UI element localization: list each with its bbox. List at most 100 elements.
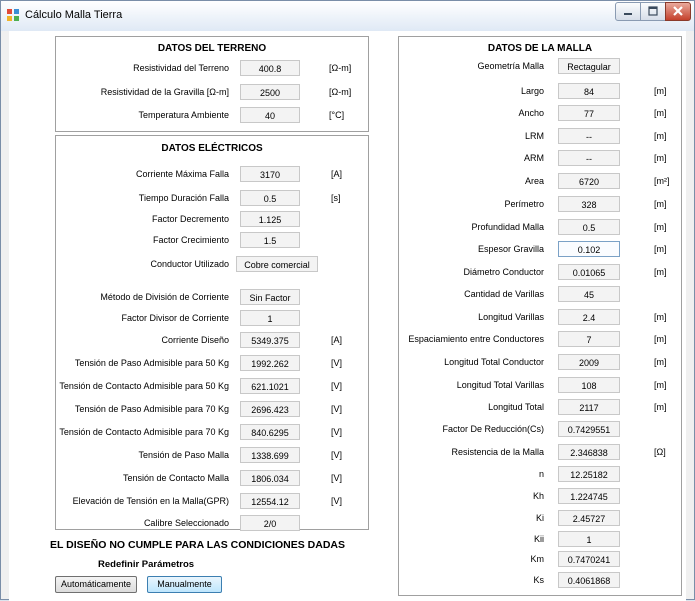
electricos-value-field[interactable]: 1.125 bbox=[240, 211, 300, 227]
electricos-label: Calibre Seleccionado bbox=[143, 518, 229, 528]
malla-unit: [m] bbox=[654, 131, 667, 141]
close-icon bbox=[673, 6, 683, 16]
app-icon bbox=[7, 9, 19, 21]
electricos-value-field[interactable]: 1338.699 bbox=[240, 447, 300, 463]
electricos-value-field[interactable]: 1806.034 bbox=[240, 470, 300, 486]
electricos-label: Factor Crecimiento bbox=[152, 235, 229, 245]
window-title: Cálculo Malla Tierra bbox=[25, 9, 123, 21]
electricos-value-field[interactable]: 1.5 bbox=[240, 232, 300, 248]
malla-value-field[interactable]: 0.01065 bbox=[558, 264, 620, 280]
malla-label: Longitud Total Varillas bbox=[456, 380, 544, 390]
electricos-value-field[interactable]: 5349.375 bbox=[240, 332, 300, 348]
electricos-label: Método de División de Corriente bbox=[100, 292, 229, 302]
malla-value-field[interactable]: 77 bbox=[558, 105, 620, 121]
redefine-label: Redefinir Parámetros bbox=[98, 559, 195, 570]
electricos-unit: [V] bbox=[331, 381, 343, 391]
electricos-value-field[interactable]: Cobre comercial bbox=[236, 256, 318, 272]
malla-value-field[interactable]: 84 bbox=[558, 83, 620, 99]
electricos-unit: [V] bbox=[331, 358, 343, 368]
malla-label: Espaciamiento entre Conductores bbox=[408, 334, 544, 344]
terreno-unit: [Ω-m] bbox=[329, 87, 352, 97]
malla-label: Ancho bbox=[518, 108, 544, 118]
malla-unit: [m] bbox=[654, 380, 667, 390]
malla-unit: [m] bbox=[654, 108, 667, 118]
electricos-value-field[interactable]: 2/0 bbox=[240, 515, 300, 531]
malla-label: ARM bbox=[524, 153, 544, 163]
malla-label: Espesor Gravilla bbox=[477, 244, 544, 254]
malla-label: Diámetro Conductor bbox=[463, 267, 544, 277]
electricos-value-field[interactable]: 1 bbox=[240, 310, 300, 326]
terreno-unit: [Ω-m] bbox=[329, 63, 352, 73]
electricos-value-field[interactable]: 12554.12 bbox=[240, 493, 300, 509]
auto-button[interactable]: Automáticamente bbox=[55, 576, 137, 593]
malla-value-field[interactable]: 0.7429551 bbox=[558, 421, 620, 437]
malla-label: Longitud Total bbox=[488, 402, 544, 412]
client-area: DATOS DEL TERRENO Resistividad del Terre… bbox=[9, 31, 686, 601]
electricos-label: Conductor Utilizado bbox=[150, 259, 229, 269]
minimize-icon bbox=[624, 13, 632, 15]
malla-unit: [m] bbox=[654, 153, 667, 163]
malla-value-field[interactable]: 0.7470241 bbox=[558, 551, 620, 567]
malla-value-field[interactable]: 328 bbox=[558, 196, 620, 212]
malla-title: DATOS DE LA MALLA bbox=[487, 43, 593, 54]
malla-unit: [Ω] bbox=[654, 447, 666, 457]
electricos-value-field[interactable]: Sin Factor bbox=[240, 289, 300, 305]
malla-value-field[interactable]: -- bbox=[558, 128, 620, 144]
malla-label: Cantidad de Varillas bbox=[464, 289, 544, 299]
electricos-value-field[interactable]: 1992.262 bbox=[240, 355, 300, 371]
malla-value-field[interactable]: 12.25182 bbox=[558, 466, 620, 482]
terreno-value-field[interactable]: 400.8 bbox=[240, 60, 300, 76]
electricos-value-field[interactable]: 840.6295 bbox=[240, 424, 300, 440]
malla-value-field[interactable]: 2.45727 bbox=[558, 510, 620, 526]
malla-label: Longitud Varillas bbox=[478, 312, 544, 322]
malla-label: Kii bbox=[533, 534, 544, 544]
malla-value-field[interactable]: Rectagular bbox=[558, 58, 620, 74]
malla-value-field[interactable]: 2009 bbox=[558, 354, 620, 370]
malla-value-field[interactable]: 0.5 bbox=[558, 219, 620, 235]
electricos-unit: [A] bbox=[331, 169, 343, 179]
malla-label: Profundidad Malla bbox=[471, 222, 544, 232]
electricos-value-field[interactable]: 621.1021 bbox=[240, 378, 300, 394]
maximize-button[interactable] bbox=[640, 2, 666, 21]
malla-value-field[interactable]: 7 bbox=[558, 331, 620, 347]
result-message: EL DISEÑO NO CUMPLE PARA LAS CONDICIONES… bbox=[50, 539, 345, 551]
electricos-label: Factor Decremento bbox=[151, 214, 229, 224]
terreno-value-field[interactable]: 40 bbox=[240, 107, 300, 123]
electricos-value-field[interactable]: 2696.423 bbox=[240, 401, 300, 417]
malla-unit: [m] bbox=[654, 357, 667, 367]
electricos-label: Tensión de Paso Admisible para 50 Kg bbox=[74, 358, 229, 368]
malla-label: Kh bbox=[532, 491, 544, 501]
app-window: Cálculo Malla Tierra DATOS DEL TERRENO R… bbox=[0, 0, 695, 601]
malla-value-field[interactable]: 6720 bbox=[558, 173, 620, 189]
terreno-value-field[interactable]: 2500 bbox=[240, 84, 300, 100]
malla-unit: [m] bbox=[654, 312, 667, 322]
malla-value-field[interactable]: 45 bbox=[558, 286, 620, 302]
malla-value-field[interactable]: 108 bbox=[558, 377, 620, 393]
minimize-button[interactable] bbox=[615, 2, 641, 21]
malla-value-field[interactable]: -- bbox=[558, 150, 620, 166]
terreno-unit: [°C] bbox=[329, 110, 345, 120]
terreno-label: Resistividad de la Gravilla [Ω-m] bbox=[100, 87, 229, 97]
close-button[interactable] bbox=[665, 2, 691, 21]
malla-label: Ki bbox=[535, 513, 544, 523]
malla-value-field[interactable]: 2.4 bbox=[558, 309, 620, 325]
manual-button[interactable]: Manualmente bbox=[147, 576, 222, 593]
electricos-value-field[interactable]: 3170 bbox=[240, 166, 300, 182]
electricos-unit: [V] bbox=[331, 404, 343, 414]
malla-unit: [m] bbox=[654, 222, 667, 232]
electricos-unit: [V] bbox=[331, 427, 343, 437]
terreno-title: DATOS DEL TERRENO bbox=[157, 43, 267, 54]
malla-value-field[interactable]: 1.224745 bbox=[558, 488, 620, 504]
malla-value-field[interactable]: 0.102 bbox=[558, 241, 620, 257]
electricos-value-field[interactable]: 0.5 bbox=[240, 190, 300, 206]
terreno-label: Resistividad del Terreno bbox=[133, 63, 229, 73]
malla-value-field[interactable]: 0.4061868 bbox=[558, 572, 620, 588]
malla-value-field[interactable]: 2117 bbox=[558, 399, 620, 415]
electricos-label: Tensión de Contacto Admisible para 70 Kg bbox=[59, 427, 229, 437]
malla-value-field[interactable]: 1 bbox=[558, 531, 620, 547]
malla-unit: [m] bbox=[654, 244, 667, 254]
electricos-unit: [V] bbox=[331, 496, 343, 506]
malla-label: Resistencia de la Malla bbox=[451, 447, 544, 457]
malla-value-field[interactable]: 2.346838 bbox=[558, 444, 620, 460]
electricos-label: Tensión de Contacto Admisible para 50 Kg bbox=[59, 381, 229, 391]
